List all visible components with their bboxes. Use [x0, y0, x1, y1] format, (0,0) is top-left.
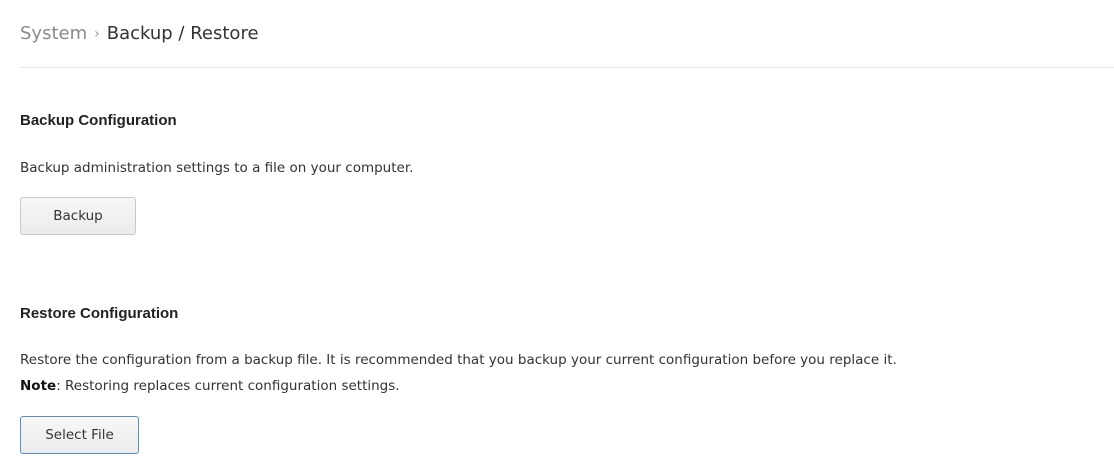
backup-button[interactable]: Backup: [20, 197, 136, 235]
restore-section-title: Restore Configuration: [20, 305, 179, 322]
page-title: Backup / Restore: [106, 23, 259, 44]
restore-note: Note: Restoring replaces current configu…: [20, 376, 400, 396]
restore-description: Restore the configuration from a backup …: [20, 352, 897, 368]
header-divider: [20, 67, 1114, 68]
backup-section-title: Backup Configuration: [20, 112, 177, 129]
backup-restore-page: System › Backup / Restore Backup Configura…: [0, 0, 1114, 469]
note-label: Note: [20, 378, 57, 394]
note-text: : Restoring replaces current configurati…: [56, 378, 400, 394]
breadcrumb: System › Backup / Restore: [20, 22, 259, 47]
backup-description: Backup administration settings to a file…: [20, 160, 414, 176]
breadcrumb-system-link[interactable]: System: [20, 23, 87, 44]
breadcrumb-separator: ›: [94, 26, 100, 42]
select-file-button[interactable]: Select File: [20, 416, 139, 454]
